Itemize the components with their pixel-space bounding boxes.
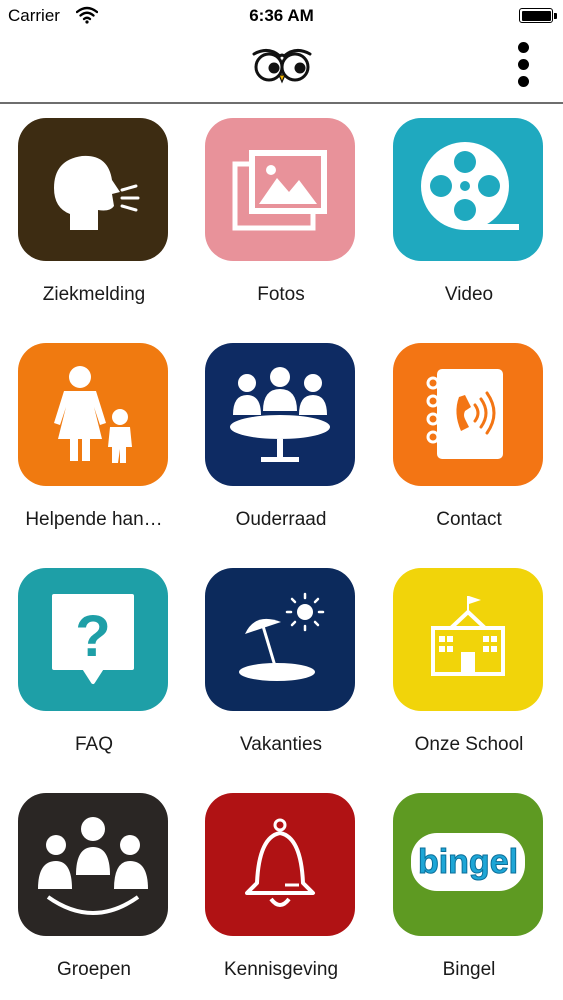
tile-faq[interactable]: ? FAQ (9, 556, 179, 768)
tile-label: Groepen (57, 959, 131, 980)
tile-label: Vakanties (239, 734, 323, 755)
tile-label: Fotos (257, 284, 305, 305)
tile-label: Contact (436, 509, 502, 530)
address-book-phone-icon (393, 343, 543, 486)
tile-groepen[interactable]: Groepen (9, 781, 179, 993)
meeting-table-icon (205, 343, 355, 486)
tile-label: Ziekmelding (42, 284, 146, 305)
tile-label: Onze School (414, 734, 524, 755)
tile-onze-school[interactable]: Onze School (384, 556, 554, 768)
svg-text:?: ? (75, 604, 110, 669)
school-building-icon (393, 568, 543, 711)
parent-child-icon (18, 343, 168, 486)
more-vertical-icon[interactable] (513, 42, 533, 92)
tile-label: FAQ (74, 734, 113, 755)
status-time: 6:36 AM (249, 6, 314, 25)
tile-vakanties[interactable]: Vakanties (196, 556, 366, 768)
tile-label: Video (444, 284, 494, 305)
tile-contact[interactable]: Contact (384, 331, 554, 543)
beach-umbrella-icon (205, 568, 355, 711)
bingel-logo-text: bingel (418, 843, 518, 881)
question-bubble-icon: ? (18, 568, 168, 711)
tile-label: Bingel (442, 959, 496, 980)
owl-eyes-icon[interactable] (250, 44, 314, 84)
speaking-head-icon (18, 118, 168, 261)
tile-ziekmelding[interactable]: Ziekmelding (9, 106, 179, 318)
battery-icon (519, 8, 557, 23)
film-reel-icon (393, 118, 543, 261)
tile-bingel[interactable]: bingel Bingel (384, 781, 554, 993)
tile-ouderraad[interactable]: Ouderraad (196, 331, 366, 543)
tile-label: Helpende han… (25, 509, 163, 530)
photos-icon (205, 118, 355, 261)
status-bar: Carrier 6:36 AM (0, 0, 563, 32)
battery-level (521, 10, 551, 21)
tile-kennisgeving[interactable]: Kennisgeving (196, 781, 366, 993)
group-people-icon (18, 793, 168, 936)
tile-label: Ouderraad (235, 509, 327, 530)
tile-label: Kennisgeving (223, 959, 339, 980)
tile-video[interactable]: Video (384, 106, 554, 318)
bell-icon (205, 793, 355, 936)
nav-bar (0, 32, 563, 104)
tile-fotos[interactable]: Fotos (196, 106, 366, 318)
bingel-logo-icon: bingel (393, 793, 543, 936)
tile-helpende-handen[interactable]: Helpende han… (9, 331, 179, 543)
